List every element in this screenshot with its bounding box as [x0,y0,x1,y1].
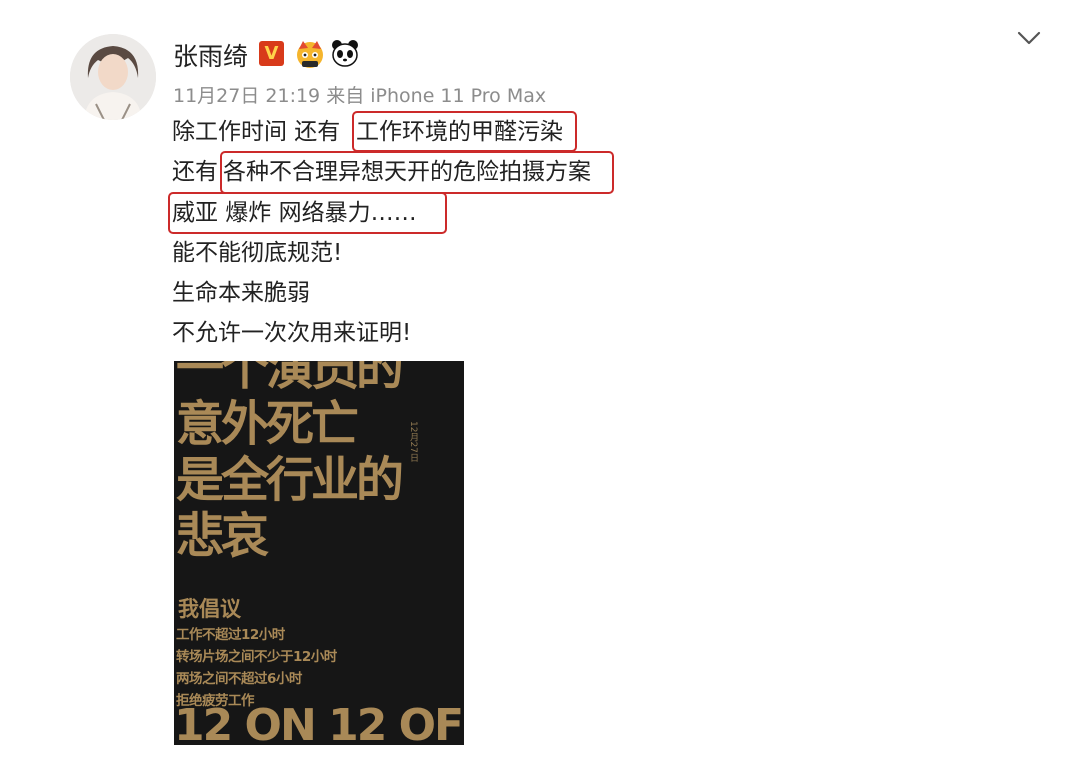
poster-rule: 转场片场之间不少于12小时 [176,649,337,665]
post-line: 还有 [172,159,218,185]
avatar-photo [70,34,156,120]
username[interactable]: 张雨绮 [173,37,248,73]
post-image[interactable]: 一个演员的 意外死亡 是全行业的 悲哀 12月27日 我倡议 工作不超过12小时… [174,361,464,745]
timestamp[interactable]: 11月27日 21:19 [173,85,320,107]
poster-headline-line: 是全行业的 [176,452,404,508]
post-source: 来自 iPhone 11 Pro Max [326,85,547,107]
post-line-highlight: 工作环境的甲醛污染 [356,119,563,145]
post-line: 生命本来脆弱 [172,280,310,306]
poster-proposal-title: 我倡议 [178,597,241,621]
post-meta: 11月27日 21:19 来自 iPhone 11 Pro Max [173,81,546,108]
post-line-highlight: 威亚 爆炸 网络暴力…… [172,200,417,226]
avatar[interactable] [70,34,156,120]
vip-icon[interactable] [293,38,327,70]
post-line: 不允许一次次用来证明! [172,320,412,346]
poster-headline-line: 悲哀 [176,508,269,564]
poster-headline-line: 一个演员的 [176,361,404,396]
poster-rule: 工作不超过12小时 [176,627,285,643]
poster-headline-line: 意外死亡 [176,396,359,452]
chevron-down-icon[interactable] [1015,27,1043,49]
poster-slogan: 12 ON 12 OFF [174,700,464,745]
post-line-highlight: 各种不合理异想天开的危险拍摄方案 [223,159,591,185]
poster-side-text: 12月27日 [408,421,418,462]
post-line: 除工作时间 还有 [172,119,341,145]
poster-rule: 两场之间不超过6小时 [176,671,302,687]
post-line: 能不能彻底规范! [172,240,343,266]
panda-icon[interactable] [330,38,360,68]
verified-badge-icon: V [259,41,284,66]
